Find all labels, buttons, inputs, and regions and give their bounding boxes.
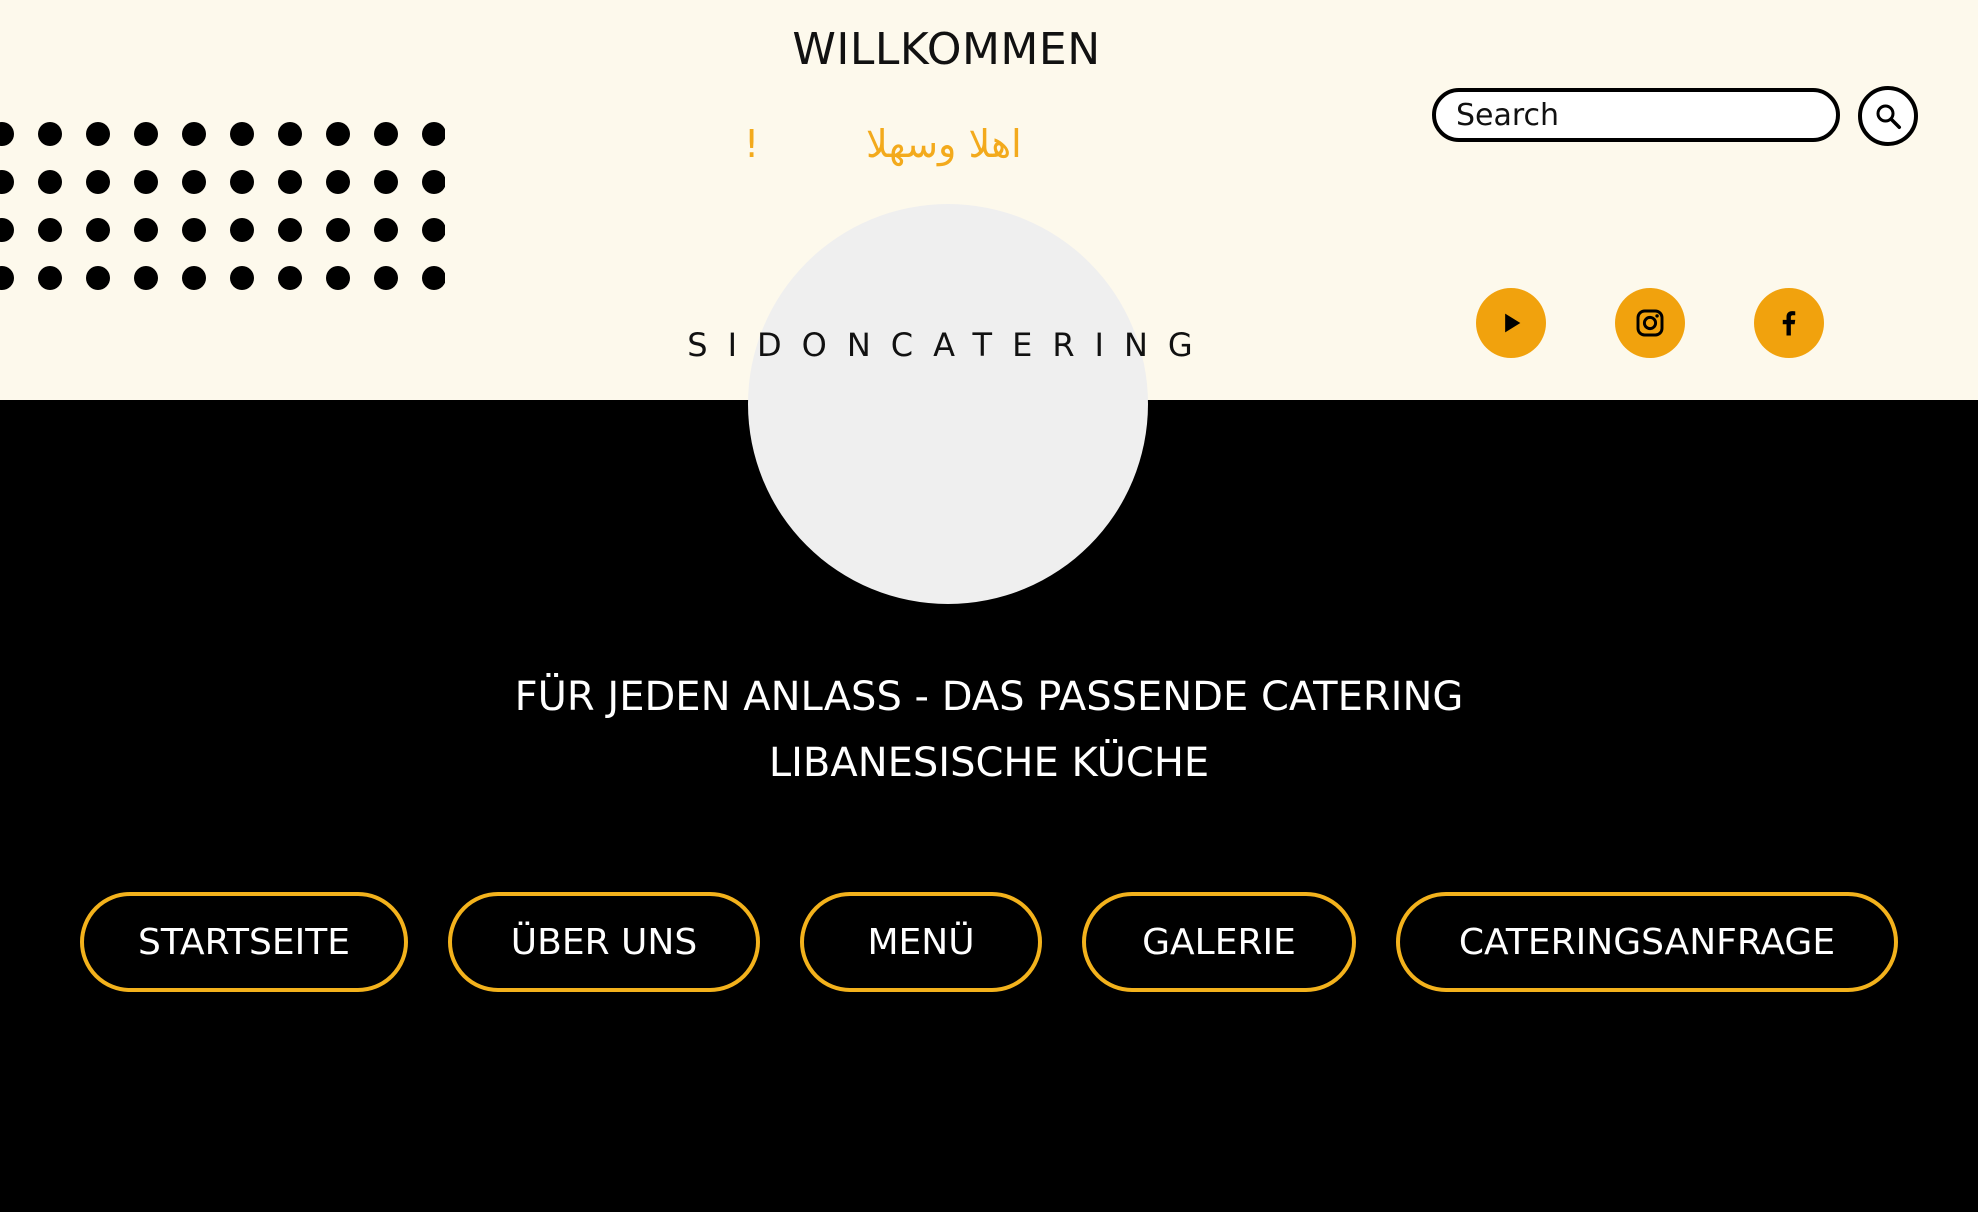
nav-cateringsanfrage-button[interactable]: CATERINGSANFRAGE — [1396, 892, 1898, 992]
decorative-dot — [134, 170, 158, 194]
decorative-dot — [326, 266, 350, 290]
decorative-dot — [326, 122, 350, 146]
nav-menue-button[interactable]: MENÜ — [800, 892, 1042, 992]
logo-circle — [748, 204, 1148, 604]
decorative-dot — [182, 266, 206, 290]
decorative-dot — [374, 122, 398, 146]
decorative-dot — [86, 218, 110, 242]
decorative-dot — [278, 122, 302, 146]
decorative-dot — [374, 266, 398, 290]
arabic-greeting: ! اهلا وسهلا — [700, 118, 1193, 178]
nav-ueber-uns-button[interactable]: ÜBER UNS — [448, 892, 760, 992]
decorative-dot — [0, 122, 14, 146]
nav-startseite-button[interactable]: STARTSEITE — [80, 892, 408, 992]
facebook-button[interactable] — [1754, 288, 1824, 358]
decorative-dot — [134, 218, 158, 242]
decorative-dot — [278, 218, 302, 242]
hero-line-2: LIBANESISCHE KÜCHE — [768, 740, 1210, 786]
search-input[interactable] — [1432, 88, 1840, 142]
decorative-dot — [0, 170, 14, 194]
play-icon — [1505, 313, 1521, 333]
decorative-dot — [38, 218, 62, 242]
search-icon — [1876, 104, 1901, 129]
decorative-dot — [134, 266, 158, 290]
decorative-dot — [0, 218, 14, 242]
decorative-dot — [134, 122, 158, 146]
decorative-dot — [422, 170, 445, 194]
decorative-dot — [278, 170, 302, 194]
decorative-dot — [230, 122, 254, 146]
decorative-dot-pattern — [0, 122, 445, 297]
decorative-dot — [86, 122, 110, 146]
search-button[interactable] — [1858, 86, 1918, 146]
hero-line-1: FÜR JEDEN ANLASS - DAS PASSENDE CATERING — [514, 674, 1464, 720]
decorative-dot — [422, 122, 445, 146]
decorative-dot — [230, 218, 254, 242]
decorative-dot — [374, 170, 398, 194]
arabic-greeting-text: اهلا وسهلا — [866, 122, 1022, 166]
decorative-dot — [38, 122, 62, 146]
decorative-dot — [230, 170, 254, 194]
decorative-dot — [86, 266, 110, 290]
nav-galerie-button[interactable]: GALERIE — [1082, 892, 1356, 992]
instagram-button[interactable] — [1615, 288, 1685, 358]
decorative-dot — [0, 266, 14, 290]
decorative-dot — [182, 170, 206, 194]
brand-name: SIDONCATERING — [687, 326, 1213, 364]
decorative-dot — [38, 266, 62, 290]
decorative-dot — [182, 218, 206, 242]
decorative-dot — [326, 170, 350, 194]
arabic-exclamation: ! — [744, 122, 760, 166]
hero-tagline: FÜR JEDEN ANLASS - DAS PASSENDE CATERING… — [289, 664, 1689, 796]
decorative-dot — [374, 218, 398, 242]
decorative-dot — [38, 170, 62, 194]
decorative-dot — [230, 266, 254, 290]
decorative-dot — [278, 266, 302, 290]
instagram-icon — [1636, 309, 1664, 337]
welcome-heading: WILLKOMMEN — [792, 24, 1101, 75]
facebook-icon — [1782, 311, 1796, 336]
decorative-dot — [326, 218, 350, 242]
youtube-button[interactable] — [1476, 288, 1546, 358]
page: WILLKOMMEN ! اهلا وسهلا Search SIDONCATE… — [0, 0, 1978, 1212]
decorative-dot — [422, 218, 445, 242]
decorative-dot — [182, 122, 206, 146]
decorative-dot — [86, 170, 110, 194]
decorative-dot — [422, 266, 445, 290]
